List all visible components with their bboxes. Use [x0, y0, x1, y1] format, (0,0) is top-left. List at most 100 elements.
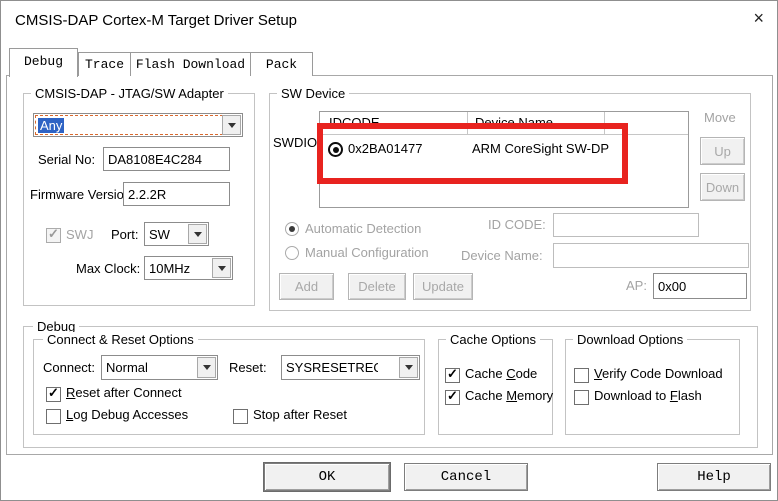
- firmware-version-field: 2.2.2R: [123, 182, 230, 206]
- tab-debug[interactable]: Debug: [9, 48, 78, 77]
- automatic-detection-label: Automatic Detection: [305, 221, 421, 236]
- firmware-version-label: Firmware Version:: [30, 187, 135, 202]
- device-name-field: [553, 243, 749, 268]
- max-clock-combo[interactable]: 10MHz: [144, 256, 233, 280]
- label-part: M: [506, 388, 517, 403]
- connect-combo[interactable]: Normal: [101, 355, 218, 380]
- stop-after-reset-checkbox[interactable]: [233, 409, 248, 424]
- tab-pack-label: Pack: [266, 57, 297, 72]
- automatic-detection-radio: [285, 222, 299, 236]
- label-part: Download to: [594, 388, 670, 403]
- stop-after-reset-label: Stop after Reset: [253, 407, 347, 422]
- swj-checkbox: [46, 228, 61, 243]
- label-part: Cache: [465, 366, 506, 381]
- chevron-down-icon[interactable]: [212, 258, 231, 278]
- close-icon[interactable]: ×: [753, 8, 764, 28]
- reset-after-connect-checkbox[interactable]: [46, 387, 61, 402]
- swj-label: SWJ: [66, 227, 93, 242]
- move-down-label: Down: [706, 180, 739, 195]
- reset-value: SYSRESETREQ: [286, 360, 378, 375]
- cache-options-group: [438, 339, 553, 435]
- connect-value: Normal: [106, 360, 148, 375]
- firmware-version-value: 2.2.2R: [128, 187, 166, 202]
- target-driver-setup-dialog: CMSIS-DAP Cortex-M Target Driver Setup ×…: [0, 0, 778, 501]
- cancel-button[interactable]: Cancel: [404, 463, 528, 491]
- max-clock-value: 10MHz: [149, 261, 190, 276]
- ap-value: 0x00: [658, 279, 686, 294]
- download-to-flash-checkbox[interactable]: [574, 390, 589, 405]
- connect-reset-group-title: Connect & Reset Options: [43, 332, 198, 347]
- delete-button: Delete: [348, 273, 406, 300]
- label-part: C: [506, 366, 515, 381]
- adapter-unit-combo[interactable]: Any: [33, 113, 243, 137]
- tab-flash-download-label: Flash Download: [136, 57, 245, 72]
- reset-combo[interactable]: SYSRESETREQ: [281, 355, 420, 380]
- add-button: Add: [279, 273, 334, 300]
- move-up-label: Up: [714, 144, 731, 159]
- label-part: F: [670, 388, 678, 403]
- label-part: R: [66, 385, 75, 400]
- move-label: Move: [704, 110, 736, 125]
- label-part: og Debug Accesses: [73, 407, 188, 422]
- ap-field[interactable]: 0x00: [653, 273, 747, 299]
- download-options-group-title: Download Options: [573, 332, 687, 347]
- tab-trace[interactable]: Trace: [78, 52, 131, 76]
- adapter-group-title: CMSIS-DAP - JTAG/SW Adapter: [31, 86, 228, 101]
- adapter-unit-value: Any: [38, 118, 64, 133]
- download-to-flash-label: Download to Flash: [594, 388, 702, 403]
- title-bar: CMSIS-DAP Cortex-M Target Driver Setup ×: [1, 1, 777, 45]
- cache-memory-label: Cache Memory: [465, 388, 553, 403]
- tab-debug-label: Debug: [24, 54, 63, 69]
- verify-code-download-checkbox[interactable]: [574, 368, 589, 383]
- id-code-field: [553, 213, 699, 237]
- add-button-label: Add: [295, 279, 318, 294]
- help-button[interactable]: Help: [657, 463, 771, 491]
- port-value: SW: [149, 227, 170, 242]
- chevron-down-icon[interactable]: [188, 224, 207, 244]
- serial-no-label: Serial No:: [38, 152, 95, 167]
- verify-code-download-label: Verify Code Download: [594, 366, 723, 381]
- label-part: ode: [516, 366, 538, 381]
- label-part: Stop after Reset: [253, 407, 347, 422]
- port-combo[interactable]: SW: [144, 222, 209, 246]
- label-part: V: [594, 366, 602, 381]
- tab-trace-label: Trace: [85, 57, 124, 72]
- chevron-down-icon[interactable]: [399, 357, 418, 378]
- id-code-label: ID CODE:: [488, 217, 546, 232]
- chevron-down-icon[interactable]: [222, 115, 241, 135]
- delete-button-label: Delete: [358, 279, 396, 294]
- tab-pack[interactable]: Pack: [250, 52, 313, 76]
- tab-flash-download[interactable]: Flash Download: [130, 52, 251, 76]
- dialog-title: CMSIS-DAP Cortex-M Target Driver Setup: [15, 12, 297, 29]
- ap-label: AP:: [626, 278, 647, 293]
- log-debug-accesses-checkbox[interactable]: [46, 409, 61, 424]
- download-options-group: [565, 339, 740, 435]
- max-clock-label: Max Clock:: [76, 261, 140, 276]
- serial-no-field: DA8108E4C284: [103, 147, 230, 171]
- update-button-label: Update: [422, 279, 464, 294]
- help-button-label: Help: [697, 469, 731, 485]
- log-debug-accesses-label: Log Debug Accesses: [66, 407, 188, 422]
- device-name-label: Device Name:: [461, 248, 543, 263]
- manual-configuration-radio: [285, 246, 299, 260]
- reset-label: Reset:: [229, 360, 267, 375]
- manual-configuration-label: Manual Configuration: [305, 245, 429, 260]
- move-up-button: Up: [700, 137, 745, 165]
- label-part: eset after Connect: [75, 385, 181, 400]
- swdio-label: SWDIO: [273, 135, 317, 150]
- reset-after-connect-label: Reset after Connect: [66, 385, 182, 400]
- connect-label: Connect:: [43, 360, 95, 375]
- cache-code-label: Cache Code: [465, 366, 537, 381]
- ok-button[interactable]: OK: [264, 463, 390, 491]
- label-part: emory: [517, 388, 553, 403]
- port-label: Port:: [111, 227, 138, 242]
- label-part: Cache: [465, 388, 506, 403]
- cache-code-checkbox[interactable]: [445, 368, 460, 383]
- ok-button-label: OK: [319, 469, 336, 485]
- chevron-down-icon[interactable]: [197, 357, 216, 378]
- move-down-button: Down: [700, 173, 745, 201]
- update-button: Update: [413, 273, 473, 300]
- sw-device-group-title: SW Device: [277, 86, 349, 101]
- cache-memory-checkbox[interactable]: [445, 390, 460, 405]
- cancel-button-label: Cancel: [441, 469, 491, 485]
